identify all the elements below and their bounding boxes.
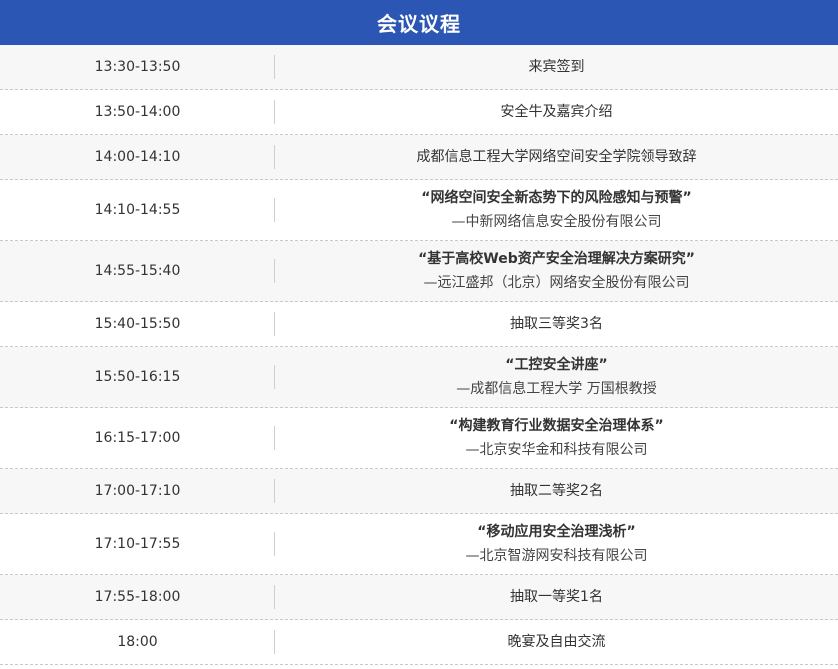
event-title: 抽取二等奖2名 [510, 483, 603, 499]
talk-topic: “工控安全讲座” [505, 357, 608, 373]
time-cell: 16:15-17:00 [0, 408, 275, 468]
event-cell: 抽取一等奖1名 [275, 575, 838, 619]
time-cell: 18:00 [0, 620, 275, 664]
event-cell: “基于高校Web资产安全治理解决方案研究” —远江盛邦（北京）网络安全股份有限公… [275, 241, 838, 301]
agenda-row: 15:40-15:50 抽取三等奖3名 [0, 302, 838, 347]
agenda-row: 18:00 晚宴及自由交流 [0, 620, 838, 665]
time-cell: 14:55-15:40 [0, 241, 275, 301]
agenda-row: 14:10-14:55 “网络空间安全新态势下的风险感知与预警” —中新网络信息… [0, 180, 838, 241]
event-title: 晚宴及自由交流 [507, 634, 606, 650]
event-cell: 抽取二等奖2名 [275, 469, 838, 513]
time-cell: 17:55-18:00 [0, 575, 275, 619]
event-cell: “移动应用安全治理浅析” —北京智游网安科技有限公司 [275, 514, 838, 574]
talk-topic: “构建教育行业数据安全治理体系” [449, 418, 664, 434]
agenda-row: 17:55-18:00 抽取一等奖1名 [0, 575, 838, 620]
time-cell: 15:40-15:50 [0, 302, 275, 346]
event-cell: 抽取三等奖3名 [275, 302, 838, 346]
time-cell: 14:00-14:10 [0, 135, 275, 179]
time-cell: 17:10-17:55 [0, 514, 275, 574]
event-title: 来宾签到 [528, 59, 585, 75]
talk-speaker: —远江盛邦（北京）网络安全股份有限公司 [423, 275, 690, 291]
agenda-row: 17:10-17:55 “移动应用安全治理浅析” —北京智游网安科技有限公司 [0, 514, 838, 575]
time-cell: 17:00-17:10 [0, 469, 275, 513]
event-title: 抽取三等奖3名 [510, 316, 603, 332]
agenda-header: 会议议程 [0, 0, 838, 45]
agenda-row: 14:55-15:40 “基于高校Web资产安全治理解决方案研究” —远江盛邦（… [0, 241, 838, 302]
event-cell: 安全牛及嘉宾介绍 [275, 90, 838, 134]
event-cell: 来宾签到 [275, 45, 838, 89]
agenda-row: 17:00-17:10 抽取二等奖2名 [0, 469, 838, 514]
talk-topic: “移动应用安全治理浅析” [477, 524, 636, 540]
talk-speaker: —成都信息工程大学 万国根教授 [456, 381, 657, 397]
agenda-title: 会议议程 [377, 12, 461, 36]
agenda-row: 16:15-17:00 “构建教育行业数据安全治理体系” —北京安华金和科技有限… [0, 408, 838, 469]
event-cell: “网络空间安全新态势下的风险感知与预警” —中新网络信息安全股份有限公司 [275, 180, 838, 240]
event-title: 成都信息工程大学网络空间安全学院领导致辞 [416, 149, 697, 165]
agenda-table: 会议议程 13:30-13:50 来宾签到 13:50-14:00 安全牛及嘉宾… [0, 0, 838, 665]
time-cell: 15:50-16:15 [0, 347, 275, 407]
time-cell: 13:50-14:00 [0, 90, 275, 134]
event-title: 安全牛及嘉宾介绍 [500, 104, 613, 120]
agenda-row: 14:00-14:10 成都信息工程大学网络空间安全学院领导致辞 [0, 135, 838, 180]
event-title: 抽取一等奖1名 [510, 589, 603, 605]
talk-speaker: —北京安华金和科技有限公司 [465, 442, 648, 458]
talk-speaker: —北京智游网安科技有限公司 [465, 548, 648, 564]
event-cell: “构建教育行业数据安全治理体系” —北京安华金和科技有限公司 [275, 408, 838, 468]
event-cell: 晚宴及自由交流 [275, 620, 838, 664]
talk-speaker: —中新网络信息安全股份有限公司 [451, 214, 662, 230]
agenda-row: 15:50-16:15 “工控安全讲座” —成都信息工程大学 万国根教授 [0, 347, 838, 408]
event-cell: “工控安全讲座” —成都信息工程大学 万国根教授 [275, 347, 838, 407]
time-cell: 14:10-14:55 [0, 180, 275, 240]
event-cell: 成都信息工程大学网络空间安全学院领导致辞 [275, 135, 838, 179]
talk-topic: “网络空间安全新态势下的风险感知与预警” [421, 190, 692, 206]
talk-topic: “基于高校Web资产安全治理解决方案研究” [418, 251, 695, 267]
agenda-row: 13:30-13:50 来宾签到 [0, 45, 838, 90]
time-cell: 13:30-13:50 [0, 45, 275, 89]
agenda-row: 13:50-14:00 安全牛及嘉宾介绍 [0, 90, 838, 135]
